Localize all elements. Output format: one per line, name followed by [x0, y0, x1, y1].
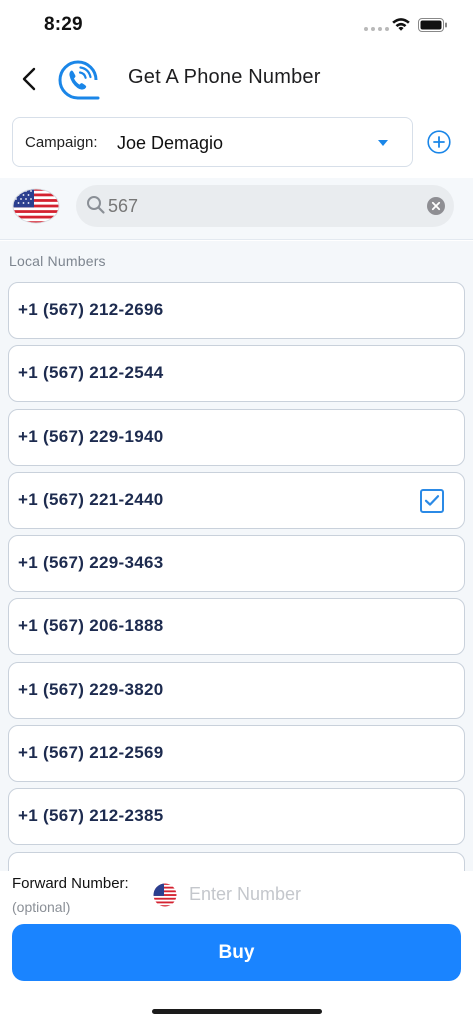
number-row-selected[interactable]: +1 (567) 221-2440 — [8, 471, 465, 529]
number-text: +1 (567) 212-2696 — [18, 300, 164, 319]
number-row[interactable]: +1 (567) 212-2696 — [8, 282, 465, 339]
us-flag-icon[interactable] — [153, 883, 177, 907]
plus-circle-icon — [427, 130, 451, 154]
add-campaign-button[interactable] — [427, 130, 451, 154]
number-text: +1 (567) 229-3820 — [18, 679, 164, 699]
search-icon — [87, 196, 105, 214]
caret-down-icon — [378, 140, 388, 146]
number-text: +1 (567) 221-2440 — [18, 489, 164, 509]
search-input[interactable] — [108, 193, 408, 219]
back-button[interactable] — [14, 62, 44, 96]
search-row — [0, 178, 473, 240]
number-text: +1 (567) 212-2569 — [18, 743, 164, 763]
number-text: +1 (567) 212-2385 — [18, 806, 164, 826]
forward-optional-label: (optional) — [12, 899, 71, 915]
number-list: +1 (567) 212-2696 +1 (567) 212-2544 +1 (… — [8, 282, 465, 871]
number-row[interactable]: +1 (567) 229-3820 — [8, 661, 465, 719]
forward-number-label: Forward Number: — [12, 875, 129, 892]
number-row[interactable]: +1 (567) 212-2569 — [8, 725, 465, 783]
phone-number-screen: 8:29 Get A Phone Number Campaign: Joe De… — [0, 0, 473, 1024]
number-row-partial[interactable] — [8, 851, 465, 871]
number-text: +1 (567) 212-2544 — [18, 363, 164, 383]
number-text: +1 (567) 229-1940 — [18, 426, 164, 446]
number-row[interactable]: +1 (567) 206-1888 — [8, 598, 465, 656]
campaign-dropdown[interactable]: Campaign: Joe Demagio — [12, 117, 413, 167]
checkbox-checked-icon[interactable] — [420, 488, 444, 513]
cellular-signal-icon — [364, 27, 389, 31]
buy-button[interactable]: Buy — [12, 924, 461, 981]
number-row[interactable]: +1 (567) 229-3463 — [8, 535, 465, 593]
wifi-icon — [392, 18, 410, 31]
number-list-area: Local Numbers +1 (567) 212-2696 +1 (567)… — [0, 241, 473, 871]
home-indicator — [152, 1009, 322, 1014]
status-time: 8:29 — [44, 14, 83, 35]
number-text: +1 (567) 206-1888 — [18, 616, 164, 636]
campaign-label: Campaign: — [25, 134, 98, 151]
section-label: Local Numbers — [9, 253, 106, 269]
number-row[interactable]: +1 (567) 229-1940 — [8, 408, 465, 466]
phone-call-icon — [58, 60, 100, 100]
number-row[interactable]: +1 (567) 212-2544 — [8, 345, 465, 403]
search-field[interactable] — [76, 185, 454, 227]
clear-icon[interactable] — [427, 197, 445, 215]
campaign-value: Joe Demagio — [117, 133, 224, 153]
number-row[interactable]: +1 (567) 212-2385 — [8, 788, 465, 846]
battery-icon — [418, 18, 447, 32]
nav-header: Get A Phone Number — [0, 50, 473, 110]
forward-number-input[interactable] — [189, 881, 449, 907]
status-bar: 8:29 — [0, 0, 473, 50]
bottom-panel: Forward Number: (optional) Buy — [0, 871, 473, 1024]
us-flag-icon[interactable] — [12, 188, 60, 224]
page-title: Get A Phone Number — [128, 66, 321, 88]
chevron-left-icon — [22, 67, 36, 91]
number-text: +1 (567) 229-3463 — [18, 553, 164, 573]
